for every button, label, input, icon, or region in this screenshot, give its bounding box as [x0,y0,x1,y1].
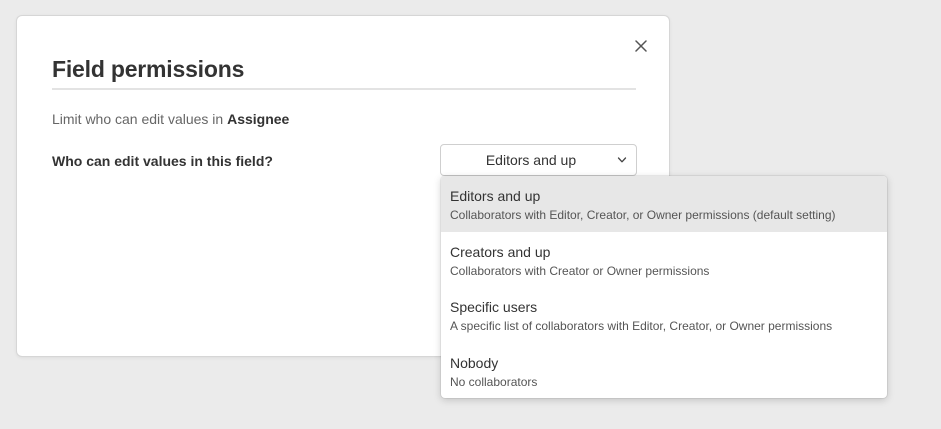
option-title: Editors and up [450,188,541,204]
dropdown-option-creators-and-up[interactable]: Creators and up Collaborators with Creat… [441,232,887,288]
permission-dropdown-menu: Editors and up Collaborators with Editor… [441,176,887,398]
dialog-title: Field permissions [52,56,245,82]
chevron-down-icon [617,155,627,165]
option-title: Nobody [450,354,499,371]
option-description: A specific list of collaborators with Ed… [450,319,833,333]
option-title: Specific users [450,299,538,315]
option-description: No collaborators [450,374,538,389]
dialog-description: Limit who can edit values in Assignee [52,110,289,128]
option-description: Collaborators with Editor, Creator, or O… [450,208,836,222]
option-description: Collaborators with Creator or Owner perm… [450,263,710,278]
option-title: Creators and up [450,243,551,260]
page: Field permissions Limit who can edit val… [0,0,941,429]
dropdown-option-editors-and-up[interactable]: Editors and up Collaborators with Editor… [441,176,887,232]
permission-select-value: Editors and up [485,152,577,168]
permission-question-label: Who can edit values in this field? [52,153,273,169]
dropdown-option-nobody[interactable]: Nobody No collaborators [441,343,887,399]
close-icon [635,40,647,52]
field-name: Assignee [227,111,290,127]
title-divider [52,88,636,90]
description-prefix: Limit who can edit values in [52,111,224,127]
close-button[interactable] [632,37,650,55]
permission-select[interactable]: Editors and up [440,144,637,176]
dropdown-option-specific-users[interactable]: Specific users A specific list of collab… [441,287,887,343]
